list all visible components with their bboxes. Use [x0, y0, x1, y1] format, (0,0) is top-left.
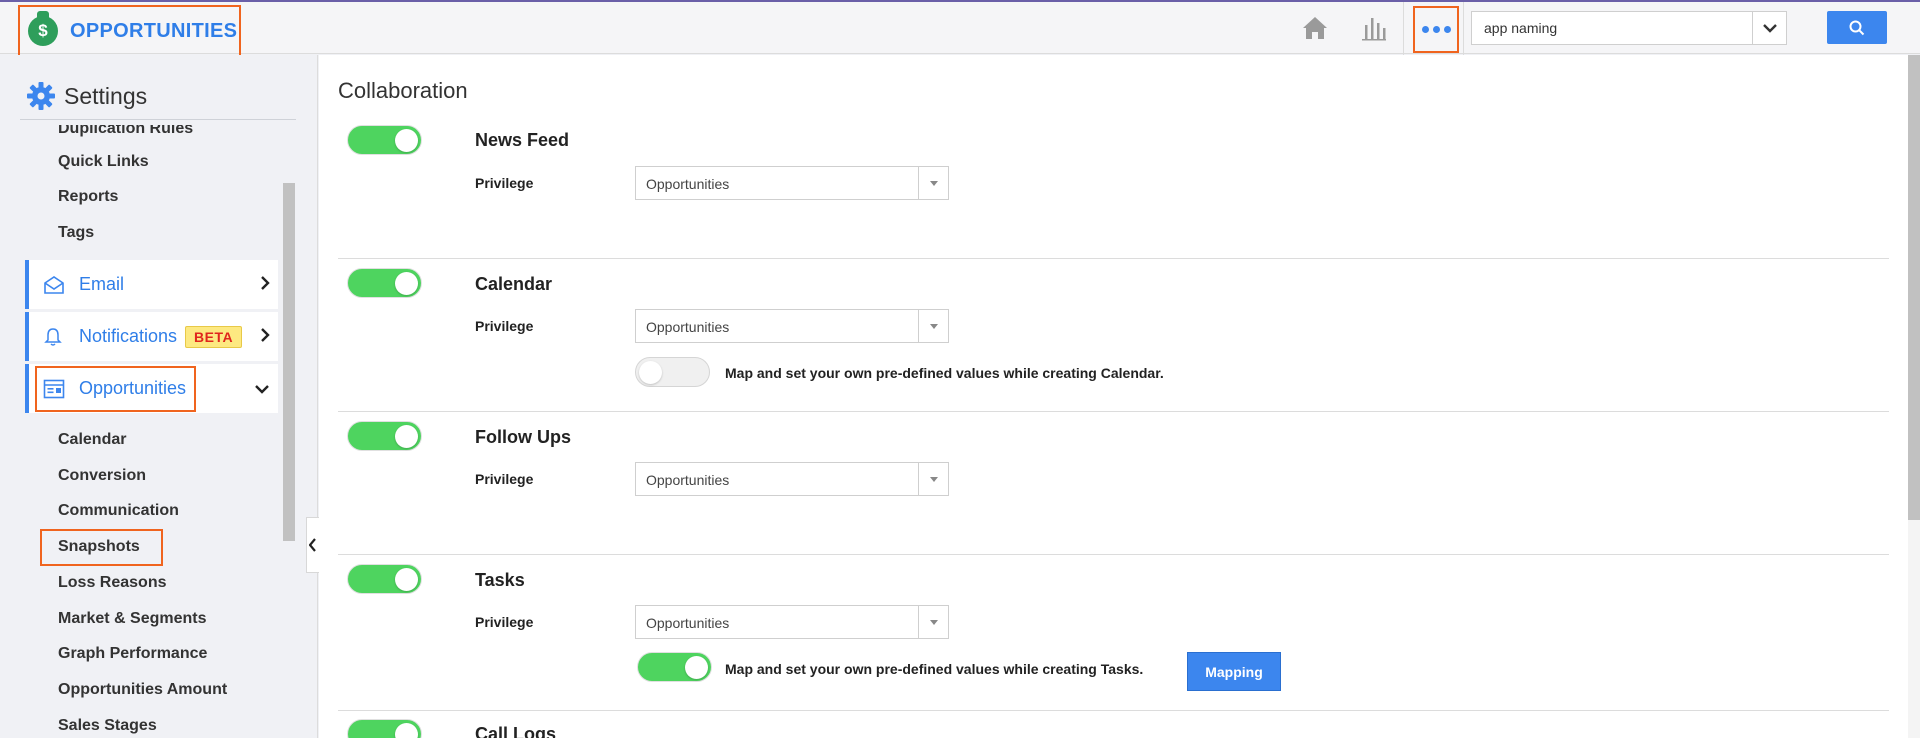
sidebar-category-label: Email: [79, 274, 125, 294]
section-divider: [338, 554, 1889, 555]
beta-badge: BETA: [185, 325, 243, 348]
settings-sidebar: Settings Duplication Rules Quick Links R…: [0, 55, 320, 738]
section-title-news-feed: News Feed: [475, 130, 570, 150]
section-title-tasks: Tasks: [475, 570, 525, 590]
section-title-call-logs: Call Logs: [475, 724, 557, 738]
sidebar-link-quick-links[interactable]: Quick Links: [58, 153, 149, 171]
sidebar-scrollbar-thumb[interactable]: [283, 183, 295, 541]
money-bag-icon: $: [28, 11, 58, 46]
news-feed-privilege-select[interactable]: Opportunities: [635, 166, 949, 200]
sidebar-link-graph-performance[interactable]: Graph Performance: [58, 645, 207, 663]
search-icon: [1849, 20, 1865, 35]
chevron-left-icon: [309, 538, 316, 552]
collapse-sidebar-button[interactable]: [306, 517, 320, 573]
chevron-right-icon: [261, 328, 270, 342]
settings-heading: Settings: [26, 81, 147, 111]
bar-chart-icon[interactable]: [1359, 14, 1389, 42]
mapping-button[interactable]: Mapping: [1187, 652, 1281, 691]
page-title: Collaboration: [338, 78, 468, 103]
follow-ups-toggle[interactable]: [347, 421, 422, 451]
call-logs-toggle[interactable]: [347, 719, 422, 738]
follow-ups-privilege-select[interactable]: Opportunities: [635, 462, 949, 496]
envelope-icon: [43, 275, 67, 294]
dropdown-arrow-icon: [918, 463, 948, 495]
calendar-mapping-text: Map and set your own pre-defined values …: [725, 365, 1164, 381]
privilege-label: Privilege: [475, 175, 534, 191]
calendar-mapping-toggle[interactable]: [635, 357, 710, 387]
sidebar-category-label: Notifications: [79, 326, 178, 346]
dropdown-arrow-icon: [918, 310, 948, 342]
tasks-toggle[interactable]: [347, 564, 422, 594]
dropdown-arrow-icon: [918, 167, 948, 199]
section-divider: [338, 258, 1889, 259]
privilege-label: Privilege: [475, 318, 534, 334]
top-bar: $ OPPORTUNITIES: [0, 0, 1920, 57]
chevron-right-icon: [261, 276, 270, 290]
search-button[interactable]: [1827, 11, 1887, 44]
gear-icon: [27, 82, 55, 110]
main-content: Collaboration News Feed Privilege Opport…: [319, 55, 1920, 738]
calendar-privilege-select[interactable]: Opportunities: [635, 309, 949, 343]
app-brand[interactable]: $ OPPORTUNITIES: [18, 5, 241, 57]
section-divider: [338, 411, 1889, 412]
sidebar-category-email[interactable]: Email: [25, 260, 278, 309]
bell-icon: [43, 327, 67, 347]
dot-icon: [1421, 26, 1429, 33]
home-icon[interactable]: [1300, 14, 1330, 42]
divider: [20, 119, 296, 120]
section-title-calendar: Calendar: [475, 274, 553, 294]
dropdown-arrow-icon: [918, 606, 948, 638]
sidebar-link-duplication-rules[interactable]: Duplication Rules: [58, 125, 193, 138]
tasks-privilege-select[interactable]: Opportunities: [635, 605, 949, 639]
tasks-mapping-text: Map and set your own pre-defined values …: [725, 661, 1144, 677]
app-title: OPPORTUNITIES: [70, 19, 238, 42]
search-dropdown-button[interactable]: [1752, 12, 1786, 44]
settings-title: Settings: [64, 82, 148, 109]
section-divider: [338, 710, 1889, 711]
tasks-mapping-toggle[interactable]: [637, 652, 712, 682]
chevron-down-icon: [255, 385, 269, 394]
dot-icon: [1432, 26, 1440, 33]
sidebar-link-opportunities-amount[interactable]: Opportunities Amount: [58, 681, 227, 699]
search-box: [1471, 11, 1787, 45]
sidebar-link-loss-reasons[interactable]: Loss Reasons: [58, 574, 166, 592]
main-scrollbar-thumb[interactable]: [1908, 55, 1920, 520]
calendar-toggle[interactable]: [347, 268, 422, 298]
sidebar-link-calendar[interactable]: Calendar: [58, 431, 126, 449]
sidebar-link-tags[interactable]: Tags: [58, 224, 94, 242]
privilege-label: Privilege: [475, 614, 534, 630]
header-separator: [1463, 2, 1464, 56]
highlight-box: [35, 366, 196, 412]
more-options-button[interactable]: [1413, 6, 1459, 53]
section-title-follow-ups: Follow Ups: [475, 427, 571, 447]
highlight-box: [40, 529, 163, 566]
sidebar-link-conversion[interactable]: Conversion: [58, 467, 146, 485]
sidebar-link-sales-stages[interactable]: Sales Stages: [58, 717, 157, 735]
privilege-label: Privilege: [475, 471, 534, 487]
news-feed-toggle[interactable]: [347, 125, 422, 155]
sidebar-link-market-segments[interactable]: Market & Segments: [58, 610, 207, 628]
sidebar-category-notifications[interactable]: Notifications BETA: [25, 312, 278, 361]
search-input[interactable]: [1472, 12, 1752, 44]
sidebar-link-reports[interactable]: Reports: [58, 188, 118, 206]
sidebar-menu: Duplication Rules Quick Links Reports Ta…: [20, 125, 296, 738]
header-separator: [1403, 2, 1404, 56]
sidebar-link-communication[interactable]: Communication: [58, 502, 179, 520]
chevron-down-icon: [1762, 24, 1777, 33]
dot-icon: [1443, 26, 1451, 33]
